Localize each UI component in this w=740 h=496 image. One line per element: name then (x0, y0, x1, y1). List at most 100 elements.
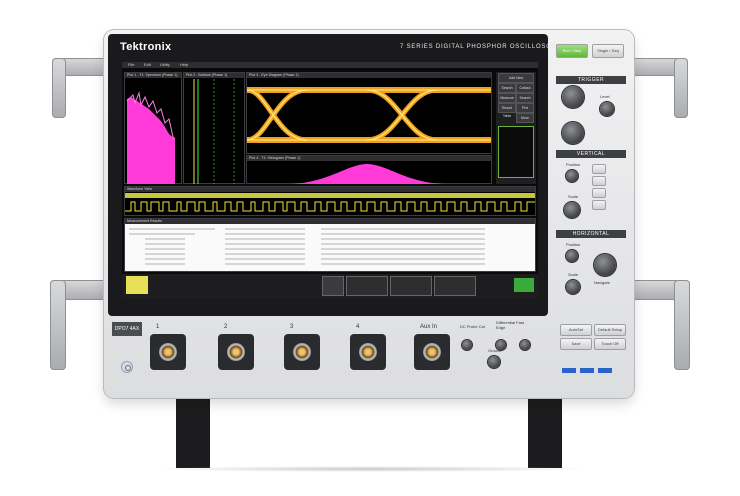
usb-port-1[interactable] (562, 368, 576, 373)
eye-diagram-pane[interactable]: Plot 3 - Eye Diagram (Phase 1) (246, 72, 492, 154)
channel-select-4[interactable] (592, 200, 606, 210)
single-seq-button[interactable]: Single / Seq (592, 44, 624, 58)
channel-3-label: 3 (290, 324, 294, 330)
left-leg (176, 396, 210, 468)
measurement-results-pane[interactable]: Measurement Results (124, 218, 536, 272)
spectrum-title: Plot 1 - T1: Spectrum (Phase 1) (125, 73, 181, 78)
multipurpose-knob-a[interactable] (562, 86, 584, 108)
vertical-section-title: VERTICAL (556, 150, 626, 158)
left-handle-mid (52, 58, 66, 118)
eye-diagram-plot (247, 87, 491, 143)
navigate-label: Navigate (594, 280, 610, 285)
power-icon (125, 365, 131, 371)
measure-button[interactable]: Measure (498, 93, 516, 103)
histogram-pane[interactable]: Plot 4 - T1: Histogram (Phase 1) (246, 155, 492, 184)
channel-2-connector[interactable] (218, 334, 254, 370)
measurement-results-title: Measurement Results (125, 219, 535, 224)
ground-terminal[interactable] (488, 356, 500, 368)
navigate-knob[interactable] (594, 254, 616, 276)
autoset-button[interactable]: AutoSet (560, 324, 592, 336)
trigger-badge[interactable] (434, 276, 476, 296)
differential-fast-edge-label: Differential Fast Edge (496, 320, 524, 330)
spectrum-plot (126, 91, 176, 184)
model-badge: DPO7 4AX (112, 322, 142, 336)
spectrum-pane[interactable]: Plot 1 - T1: Spectrum (Phase 1) (124, 72, 182, 184)
left-handle-foot (50, 280, 66, 370)
trigger-section-title: TRIGGER (556, 76, 626, 84)
brand-logo: Tektronix (120, 41, 172, 53)
add-new-button[interactable]: Add New (498, 73, 534, 83)
trigger-level-label: Level (600, 94, 610, 99)
callout-button[interactable]: Callout (516, 83, 534, 93)
search-button[interactable]: Search (498, 83, 516, 93)
waveform-timeline (125, 193, 535, 198)
series-label: 7 SERIES DIGITAL PHOSPHOR OSCILLOSCOPE (400, 44, 567, 50)
add-channel-badge[interactable] (322, 276, 344, 296)
menu-bar: File Edit Utility Help (122, 62, 538, 68)
right-handle-foot (674, 280, 690, 370)
horizontal-position-label: Position (566, 242, 581, 247)
waveform-pane[interactable]: Waveform View (124, 186, 536, 216)
usb-port-2[interactable] (580, 368, 594, 373)
aux-in-connector[interactable] (414, 334, 450, 370)
touch-off-button[interactable]: Touch Off (594, 338, 626, 350)
status-bar (122, 274, 538, 298)
run-status-badge[interactable] (514, 278, 534, 292)
readout-box (498, 126, 534, 178)
horizontal-scale-knob[interactable] (566, 280, 580, 294)
control-panel: Run / Stop Single / Seq TRIGGER Level VE… (556, 44, 626, 326)
search-button-2[interactable]: Search (516, 93, 534, 103)
fast-edge-terminal-b[interactable] (520, 340, 530, 350)
channel-4-label: 4 (356, 324, 360, 330)
side-button-column: Add New Search Callout Measure Search Re… (496, 72, 536, 184)
waveform-title: Waveform View (125, 187, 535, 192)
bathtub-plot (193, 79, 235, 184)
horizontal-position-knob[interactable] (566, 250, 578, 262)
channel-select-2[interactable] (592, 176, 606, 186)
waveform-trace (125, 201, 535, 212)
eye-diagram-title: Plot 3 - Eye Diagram (Phase 1) (247, 73, 491, 78)
histogram-plot (287, 164, 447, 184)
vertical-position-knob[interactable] (566, 170, 578, 182)
channel-3-connector[interactable] (284, 334, 320, 370)
channel-select-3[interactable] (592, 188, 606, 198)
horizontal-section-title: HORIZONTAL (556, 230, 626, 238)
menu-edit[interactable]: Edit (144, 62, 151, 67)
trigger-level-knob[interactable] (600, 102, 614, 116)
multipurpose-knob-b[interactable] (562, 122, 584, 144)
histogram-title: Plot 4 - T1: Histogram (Phase 1) (247, 156, 491, 161)
probe-cal-terminal[interactable] (462, 340, 472, 350)
bathtub-pane[interactable]: Plot 2 - Bathtub (Phase 1) (183, 72, 245, 184)
vertical-scale-knob[interactable] (564, 202, 580, 218)
menu-utility[interactable]: Utility (160, 62, 170, 67)
plot-button[interactable]: Plot (516, 103, 534, 113)
channel-1-label: 1 (156, 324, 160, 330)
channel-1-badge[interactable] (126, 276, 148, 294)
default-setup-button[interactable]: Default Setup (594, 324, 626, 336)
horizontal-badge[interactable] (390, 276, 432, 296)
usb-port-3[interactable] (598, 368, 612, 373)
run-stop-button[interactable]: Run / Stop (556, 44, 588, 58)
channel-2-label: 2 (224, 324, 228, 330)
vertical-position-label: Position (566, 162, 581, 167)
horizontal-scale-label: Scale (568, 272, 579, 277)
menu-file[interactable]: File (128, 62, 134, 67)
aux-in-label: Aux In (420, 324, 438, 330)
more-button[interactable]: More (516, 113, 534, 123)
channel-1-connector[interactable] (150, 334, 186, 370)
results-table (129, 228, 485, 265)
vertical-scale-label: Scale (568, 194, 579, 199)
floor-shadow (150, 466, 590, 472)
channel-select-1[interactable] (592, 164, 606, 174)
bathtub-title: Plot 2 - Bathtub (Phase 1) (184, 73, 244, 78)
acquisition-badge[interactable] (346, 276, 388, 296)
channel-4-connector[interactable] (350, 334, 386, 370)
menu-help[interactable]: Help (180, 62, 188, 67)
result-table-button[interactable]: Result Table (498, 103, 516, 118)
oscilloscope-screen[interactable]: File Edit Utility Help Plot 1 - T1: Spec… (122, 62, 538, 298)
right-handle-mid (674, 58, 688, 118)
save-button[interactable]: Save (560, 338, 592, 350)
right-leg (528, 396, 562, 468)
fast-edge-terminal-a[interactable] (496, 340, 506, 350)
dc-probe-cal-label: DC Probe Cal (460, 324, 485, 329)
